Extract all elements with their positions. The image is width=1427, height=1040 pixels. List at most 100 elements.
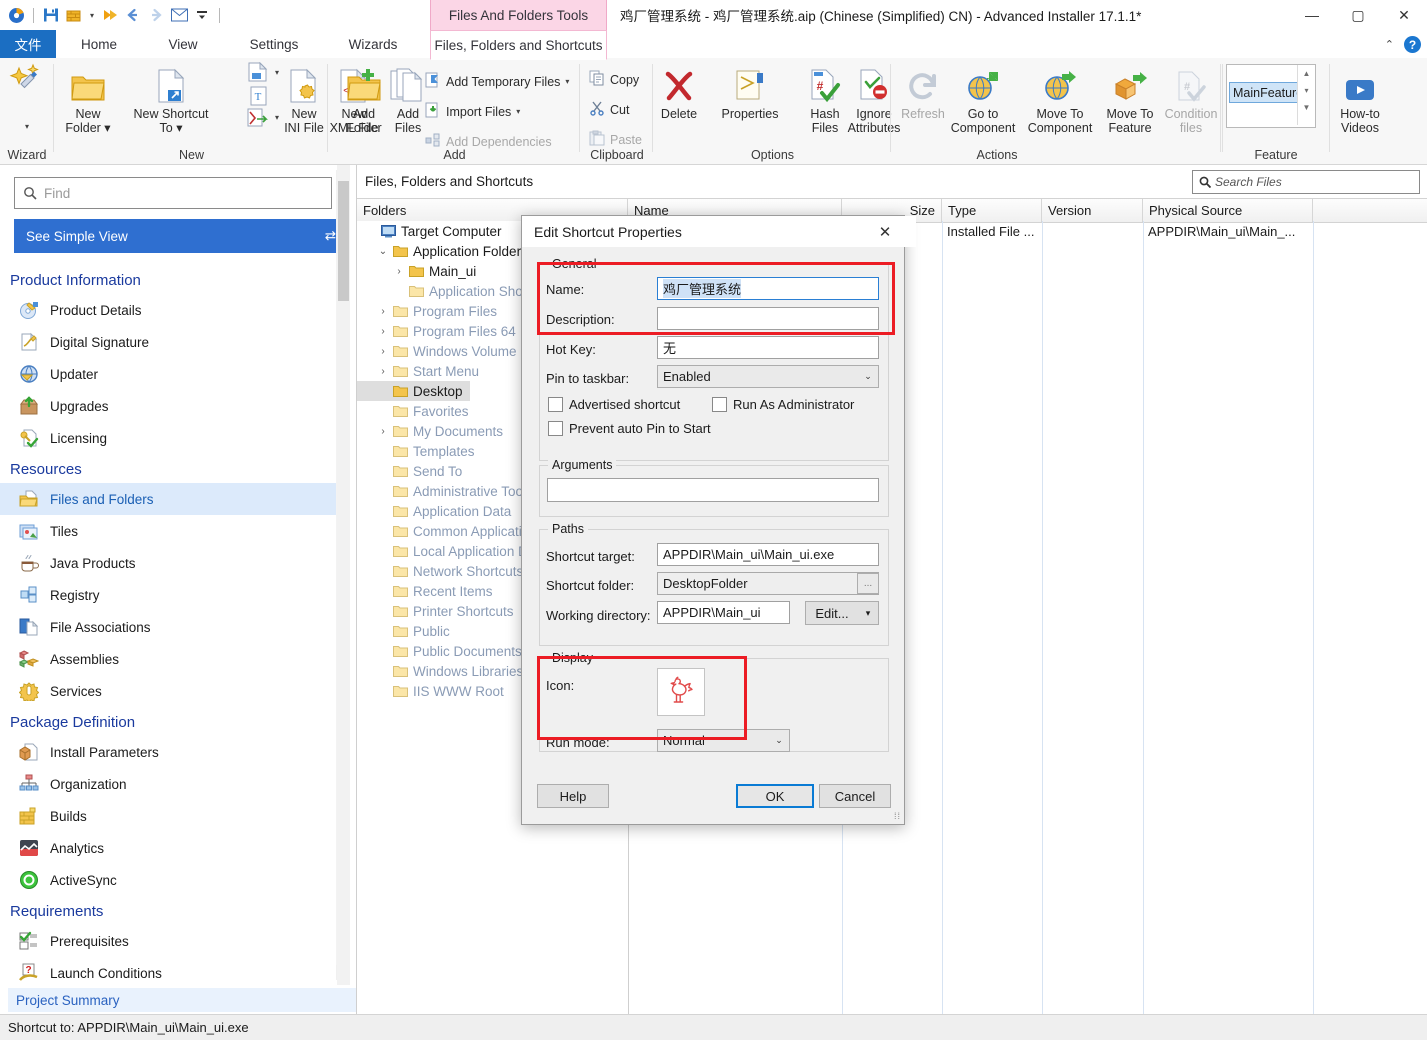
new-text-file-icon[interactable]: T <box>249 86 269 109</box>
move-to-feature-button[interactable]: Move To Feature <box>1098 62 1162 135</box>
shortcut-icon-preview[interactable] <box>657 668 705 716</box>
sidebar-item-activesync[interactable]: ActiveSync <box>0 864 340 896</box>
tab-settings[interactable]: Settings <box>234 30 314 58</box>
customize-qat-icon[interactable] <box>192 5 212 25</box>
hotkey-input[interactable]: 无 <box>657 336 879 359</box>
sidebar-item-install-parameters[interactable]: Install Parameters <box>0 736 340 768</box>
shortcut-folder-browse-button[interactable]: ... <box>857 573 879 594</box>
sidebar-item-prerequisites[interactable]: Prerequisites <box>0 925 340 957</box>
tree-scrollbar[interactable] <box>337 165 350 985</box>
run-mode-select[interactable]: Normal ⌄ <box>657 729 790 752</box>
tree-expander-icon[interactable]: › <box>375 306 391 317</box>
tree-expander-icon[interactable]: › <box>375 326 391 337</box>
sidebar-item-services[interactable]: Services <box>0 675 340 707</box>
tree-node-desktop[interactable]: Desktop <box>357 381 470 401</box>
tree-expander-collapse-icon[interactable]: ⌄ <box>375 246 391 257</box>
edit-dropdown-caret-icon[interactable]: ▾ <box>858 608 878 619</box>
add-temporary-files-item[interactable]: Add Temporary Files ▾ <box>425 72 569 91</box>
sidebar-item-tiles[interactable]: Tiles <box>0 515 340 547</box>
wizard-caret-icon[interactable]: ▾ <box>25 122 29 131</box>
find-input[interactable]: Find <box>14 177 332 209</box>
dialog-close-button[interactable]: ✕ <box>874 221 896 243</box>
minimize-button[interactable]: — <box>1289 0 1335 30</box>
tree-scroll-thumb[interactable] <box>338 181 349 301</box>
feature-listbox[interactable]: MainFeature ▲ ▾ ▼ <box>1226 64 1316 128</box>
prevent-auto-pin-checkbox[interactable]: Prevent auto Pin to Start <box>548 421 711 436</box>
feature-scroll-up-icon[interactable]: ▲ <box>1298 65 1315 82</box>
sidebar-item-upgrades[interactable]: Upgrades <box>0 390 340 422</box>
column-header-physical-source[interactable]: Physical Source <box>1143 199 1313 222</box>
properties-button[interactable]: Properties <box>711 62 789 121</box>
save-icon[interactable] <box>41 5 61 25</box>
tab-wizards[interactable]: Wizards <box>332 30 414 58</box>
sidebar-item-licensing[interactable]: Licensing <box>0 422 340 454</box>
tab-home[interactable]: Home <box>64 30 134 58</box>
search-files-input[interactable]: Search Files <box>1192 170 1420 194</box>
tab-file[interactable]: 文件 <box>0 30 56 58</box>
chevron-down-icon[interactable]: ⌄ <box>858 371 878 382</box>
checkbox-box[interactable] <box>548 421 563 436</box>
wizard-button[interactable]: ▾ <box>0 60 58 134</box>
feature-scroll-down-icon[interactable]: ▼ <box>1298 99 1315 116</box>
feature-selected-value[interactable]: MainFeature <box>1229 82 1303 103</box>
sidebar-item-assemblies[interactable]: Assemblies <box>0 643 340 675</box>
working-directory-input[interactable]: APPDIR\Main_ui <box>657 601 790 624</box>
import-files-caret-icon[interactable]: ▾ <box>516 107 520 116</box>
sidebar-item-updater[interactable]: Updater <box>0 358 340 390</box>
help-button[interactable]: Help <box>537 784 609 808</box>
contextual-tab-files-and-folders-tools[interactable]: Files And Folders Tools <box>430 0 607 30</box>
build-dropdown-caret-icon[interactable]: ▾ <box>87 5 97 25</box>
new-file-icon-stack[interactable]: ▾ <box>247 61 279 85</box>
tree-expander-icon[interactable]: › <box>375 426 391 437</box>
sidebar-item-organization[interactable]: Organization <box>0 768 340 800</box>
column-header-type[interactable]: Type <box>942 199 1042 222</box>
sidebar-item-analytics[interactable]: Analytics <box>0 832 340 864</box>
new-shortcut-to-button[interactable]: New Shortcut To ▾ <box>123 62 219 135</box>
sidebar-item-file-associations[interactable]: File Associations <box>0 611 340 643</box>
close-button[interactable]: ✕ <box>1381 0 1427 30</box>
tree-expander-icon[interactable]: › <box>391 266 407 277</box>
cancel-button[interactable]: Cancel <box>819 784 891 808</box>
sidebar-item-registry[interactable]: Registry <box>0 579 340 611</box>
tab-view[interactable]: View <box>148 30 218 58</box>
mail-icon[interactable] <box>169 5 189 25</box>
go-to-component-button[interactable]: Go to Component <box>945 62 1021 135</box>
advertised-shortcut-checkbox[interactable]: Advertised shortcut <box>548 397 680 412</box>
how-to-videos-button[interactable]: How-to Videos <box>1329 62 1391 135</box>
delete-button[interactable]: Delete <box>648 62 710 121</box>
new-folder-button[interactable]: New Folder ▾ <box>57 62 119 135</box>
arguments-input[interactable] <box>547 478 879 502</box>
new-script-file-icon[interactable]: ▾ <box>247 108 279 131</box>
project-summary-link[interactable]: Project Summary <box>8 988 359 1012</box>
copy-item[interactable]: Copy <box>589 70 639 89</box>
run-as-administrator-checkbox[interactable]: Run As Administrator <box>712 397 854 412</box>
sidebar-item-files-and-folders[interactable]: Files and Folders <box>0 483 340 515</box>
add-temporary-files-caret-icon[interactable]: ▾ <box>565 77 569 86</box>
sidebar-item-builds[interactable]: Builds <box>0 800 340 832</box>
sidebar-item-java-products[interactable]: Java Products <box>0 547 340 579</box>
sidebar-item-digital-signature[interactable]: Digital Signature <box>0 326 340 358</box>
back-icon[interactable] <box>123 5 143 25</box>
chevron-down-icon[interactable]: ⌄ <box>769 735 789 746</box>
sidebar-item-launch-conditions[interactable]: ? Launch Conditions <box>0 957 340 989</box>
working-directory-edit-button[interactable]: Edit... ▾ <box>805 601 879 625</box>
pin-to-taskbar-select[interactable]: Enabled ⌄ <box>657 365 879 388</box>
import-files-item[interactable]: Import Files ▾ <box>425 102 520 121</box>
tree-expander-icon[interactable]: › <box>375 346 391 357</box>
feature-scrollbar[interactable]: ▲ ▾ ▼ <box>1297 65 1315 125</box>
collapse-ribbon-icon[interactable]: ⌃ <box>1385 38 1394 51</box>
tree-expander-icon[interactable]: › <box>375 366 391 377</box>
move-to-component-button[interactable]: Move To Component <box>1022 62 1098 135</box>
see-simple-view-button[interactable]: See Simple View ⇄ <box>14 219 348 253</box>
feature-scroll-thumb-icon[interactable]: ▾ <box>1298 82 1315 99</box>
shortcut-target-input[interactable]: APPDIR\Main_ui\Main_ui.exe <box>657 543 879 566</box>
checkbox-box[interactable] <box>548 397 563 412</box>
help-icon[interactable]: ? <box>1404 36 1421 53</box>
checkbox-box[interactable] <box>712 397 727 412</box>
sidebar-item-product-details[interactable]: Product Details <box>0 294 340 326</box>
column-header-version[interactable]: Version <box>1042 199 1143 222</box>
run-icon[interactable] <box>100 5 120 25</box>
advanced-installer-logo-icon[interactable] <box>6 5 26 25</box>
dialog-resize-grip[interactable]: ⁞⁞ <box>894 811 901 821</box>
maximize-button[interactable]: ▢ <box>1335 0 1381 30</box>
